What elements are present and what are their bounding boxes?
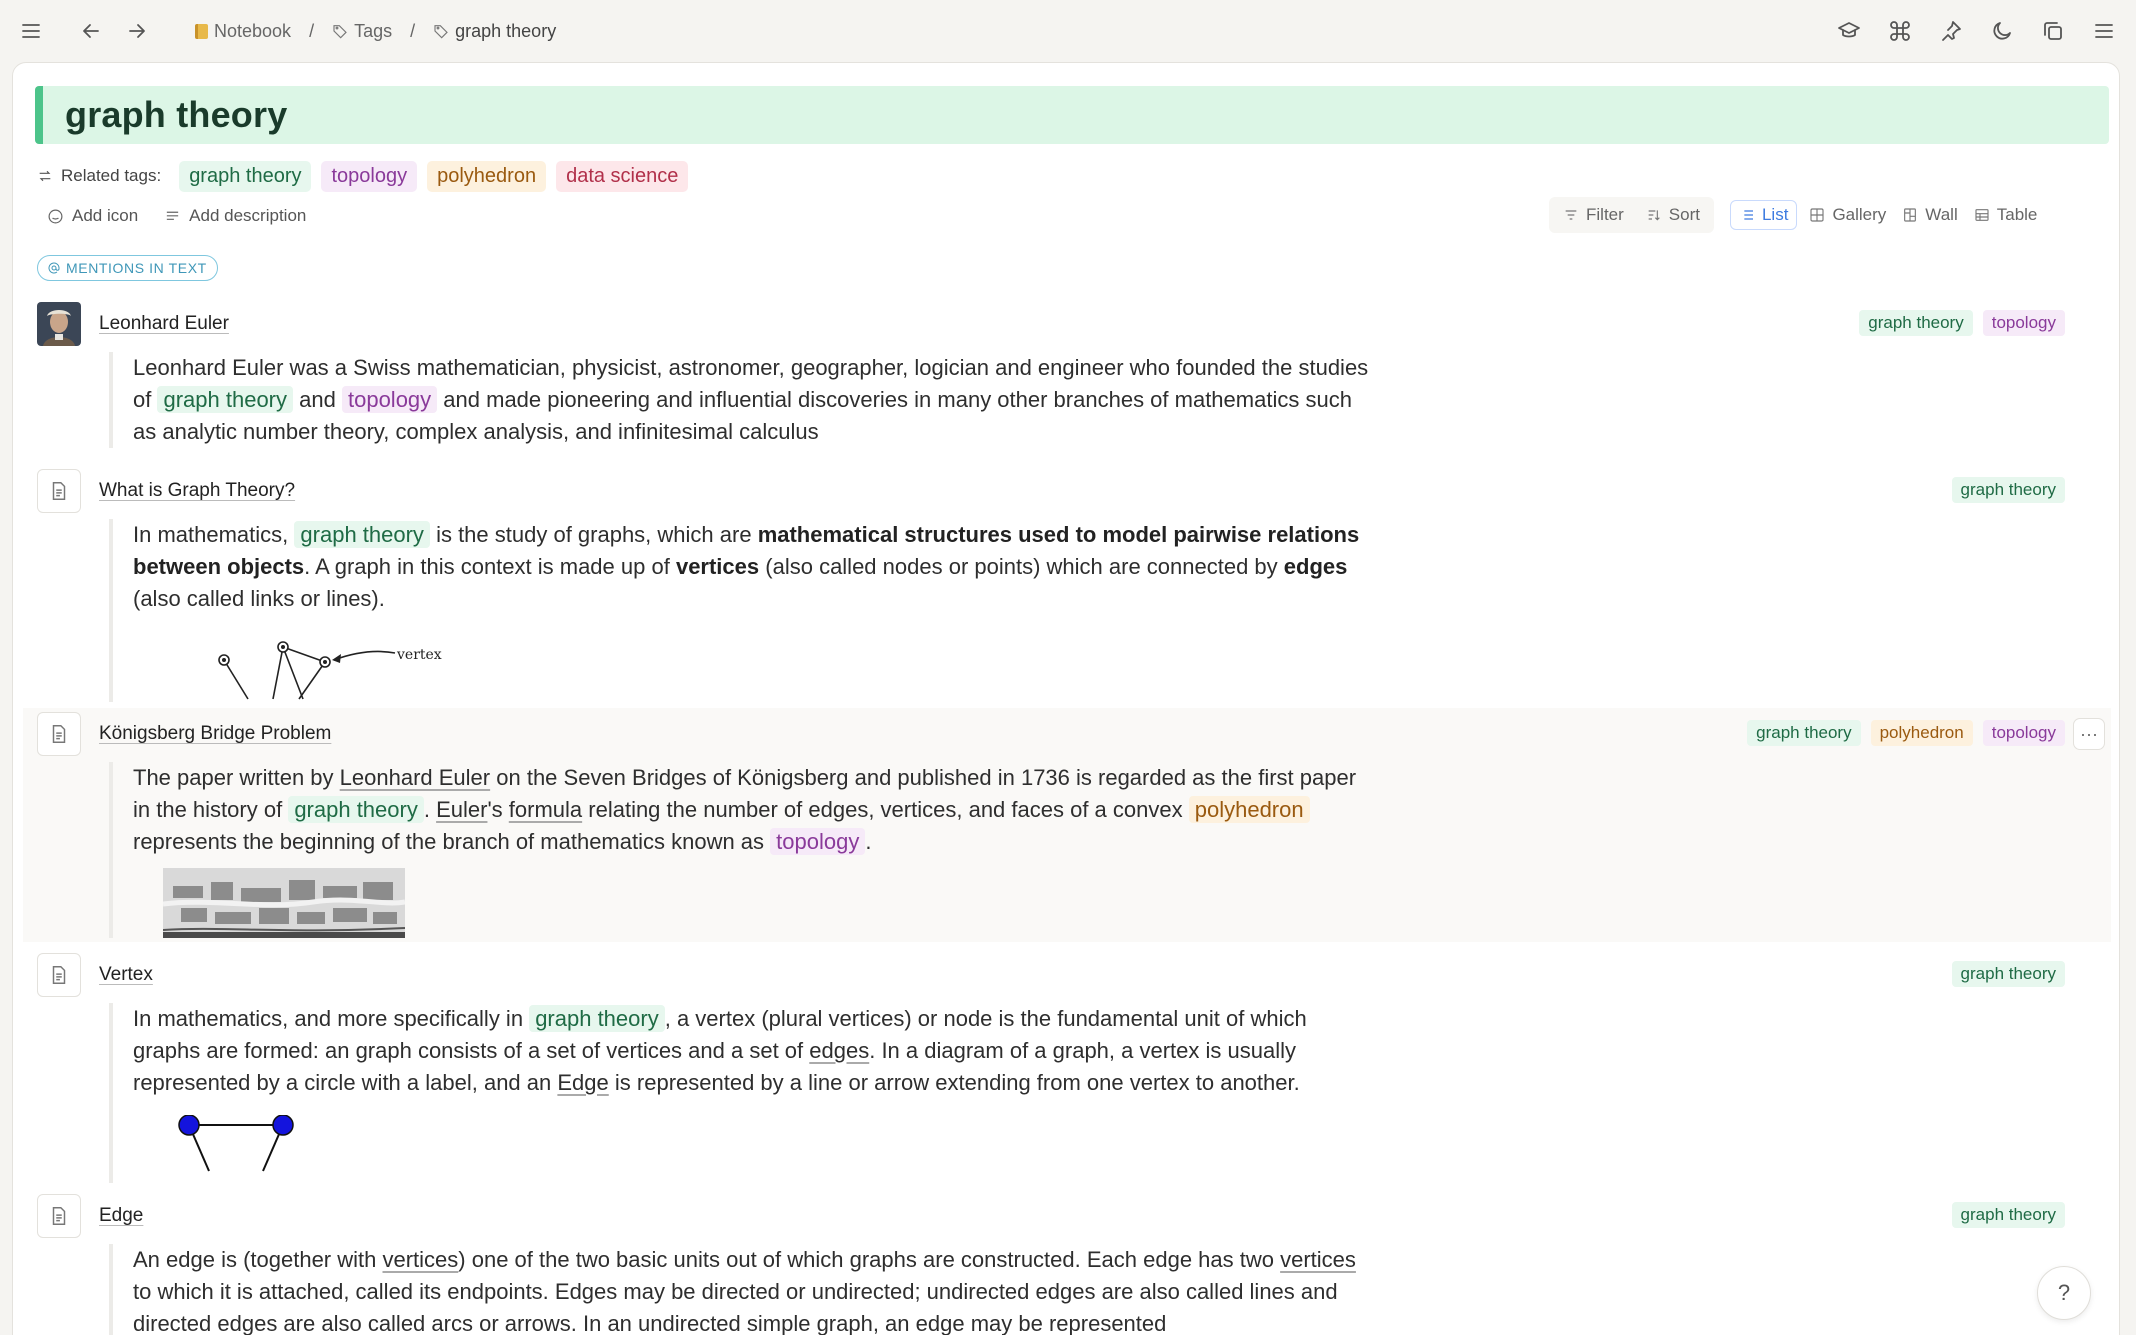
view-gallery-button[interactable]: Gallery	[1801, 201, 1894, 229]
back-arrow-icon[interactable]	[69, 9, 113, 53]
list-icon	[1740, 210, 1753, 220]
entry-tag-graph-theory[interactable]: graph theory	[1859, 310, 1973, 336]
mention-polyhedron[interactable]: polyhedron	[1188, 796, 1310, 823]
entry-tag-topology[interactable]: topology	[1982, 310, 2065, 336]
filter-button[interactable]: Filter	[1555, 201, 1632, 229]
view-table-button[interactable]: Table	[1966, 201, 2046, 229]
entry-title[interactable]: Edge	[99, 1205, 143, 1227]
notebook-icon	[195, 23, 208, 39]
entry-body: In mathematics, and more specifically in…	[109, 1003, 1379, 1183]
link-vertices[interactable]: vertices	[1280, 1247, 1356, 1272]
page-title[interactable]: graph theory	[65, 94, 287, 136]
entry-tag-topology[interactable]: topology	[1982, 720, 2065, 746]
menu-icon[interactable]	[9, 9, 53, 53]
add-icon-button[interactable]: Add icon	[47, 206, 138, 226]
page-actions: Add icon Add description	[47, 206, 306, 226]
graduation-cap-icon[interactable]	[1827, 9, 1871, 53]
breadcrumb-tags[interactable]: Tags	[332, 21, 392, 42]
entry-title[interactable]: Königsberg Bridge Problem	[99, 723, 331, 745]
breadcrumb-notebook[interactable]: Notebook	[195, 21, 291, 42]
entry-body: In mathematics, graph theory is the stud…	[109, 519, 1379, 702]
link-euler[interactable]: Euler	[436, 797, 487, 822]
at-sign-icon	[48, 262, 60, 274]
copy-icon[interactable]	[2031, 9, 2075, 53]
breadcrumb: Notebook / Tags / graph theory	[195, 21, 556, 42]
wall-icon	[1904, 208, 1917, 222]
entry-body: Leonhard Euler was a Swiss mathematician…	[109, 352, 1379, 448]
entry-body: The paper written by Leonhard Euler on t…	[109, 762, 1379, 938]
page-title-bar: graph theory	[35, 86, 2109, 144]
avatar	[37, 302, 81, 346]
list-item: What is Graph Theory? graph theory In ma…	[23, 469, 2111, 704]
view-toolbar: Filter Sort List Gallery Wall Table	[1549, 197, 2045, 233]
mentions-in-text-badge[interactable]: MENTIONS IN TEXT	[37, 255, 218, 281]
link-formula[interactable]: formula	[509, 797, 582, 822]
entry-tag-graph-theory[interactable]: graph theory	[1747, 720, 1861, 746]
list-item: Königsberg Bridge Problem graph theory p…	[23, 708, 2111, 942]
mention-topology[interactable]: topology	[770, 828, 866, 855]
related-tags-label: Related tags:	[37, 166, 161, 186]
mention-graph-theory[interactable]: graph theory	[294, 521, 430, 548]
link-edge[interactable]: Edge	[557, 1070, 608, 1095]
related-tag-graph-theory[interactable]: graph theory	[179, 160, 312, 192]
entry-tag-graph-theory[interactable]: graph theory	[1951, 961, 2065, 987]
text-lines-icon	[167, 211, 179, 220]
sort-icon	[1648, 210, 1660, 221]
related-tag-topology[interactable]: topology	[321, 160, 418, 192]
entry-tag-graph-theory[interactable]: graph theory	[1951, 1202, 2065, 1228]
related-tags: Related tags: graph theory topology poly…	[37, 159, 689, 193]
list-item: Leonhard Euler graph theory topology Leo…	[23, 302, 2111, 462]
filter-icon	[1565, 210, 1577, 220]
breadcrumb-current[interactable]: graph theory	[433, 21, 556, 42]
hamburger-icon[interactable]	[2082, 9, 2126, 53]
more-options-button[interactable]: ···	[2073, 718, 2105, 750]
view-list-button[interactable]: List	[1729, 200, 1798, 230]
mention-graph-theory[interactable]: graph theory	[529, 1005, 665, 1032]
figure-label: vertex	[397, 647, 442, 663]
related-icon	[39, 170, 51, 182]
entry-title[interactable]: Leonhard Euler	[99, 313, 229, 335]
list-item: Edge graph theory An edge is (together w…	[23, 1194, 2111, 1335]
pin-icon[interactable]	[1929, 9, 1973, 53]
mention-graph-theory[interactable]: graph theory	[157, 386, 294, 413]
document-icon	[37, 1194, 81, 1238]
sort-button[interactable]: Sort	[1638, 201, 1708, 229]
map-image	[163, 868, 405, 938]
related-tag-polyhedron[interactable]: polyhedron	[427, 160, 547, 192]
related-tag-data-science[interactable]: data science	[556, 160, 689, 192]
list-item: Vertex graph theory In mathematics, and …	[23, 953, 2111, 1183]
help-button[interactable]: ?	[2037, 1266, 2091, 1320]
forward-arrow-icon[interactable]	[115, 9, 159, 53]
entry-tag-graph-theory[interactable]: graph theory	[1951, 477, 2065, 503]
link-edges[interactable]: edges	[809, 1038, 869, 1063]
gallery-icon	[1810, 208, 1825, 222]
command-icon[interactable]	[1878, 9, 1922, 53]
filter-sort-group: Filter Sort	[1549, 197, 1714, 233]
link-leonhard-euler[interactable]: Leonhard Euler	[340, 765, 490, 790]
tag-icon	[434, 25, 448, 39]
mention-topology[interactable]: topology	[341, 386, 438, 413]
document-icon	[37, 469, 81, 513]
graph-figure: vertex	[133, 627, 1379, 702]
entry-tag-polyhedron[interactable]: polyhedron	[1870, 720, 1973, 746]
table-icon	[1975, 209, 1989, 221]
top-bar: Notebook / Tags / graph theory	[0, 0, 2136, 62]
add-description-button[interactable]: Add description	[164, 206, 306, 226]
entry-title[interactable]: What is Graph Theory?	[99, 480, 295, 502]
smiley-icon	[48, 209, 63, 223]
tag-icon	[333, 25, 347, 39]
tag-page-panel: graph theory Related tags: graph theory …	[12, 62, 2120, 1335]
document-icon	[37, 953, 81, 997]
entry-body: An edge is (together with vertices) one …	[109, 1244, 1379, 1335]
mention-graph-theory[interactable]: graph theory	[288, 796, 424, 823]
entry-title[interactable]: Vertex	[99, 964, 153, 986]
link-vertices[interactable]: vertices	[383, 1247, 459, 1272]
view-wall-button[interactable]: Wall	[1894, 201, 1965, 229]
document-icon	[37, 712, 81, 756]
moon-icon[interactable]	[1980, 9, 2024, 53]
vertex-figure	[173, 1114, 1379, 1175]
